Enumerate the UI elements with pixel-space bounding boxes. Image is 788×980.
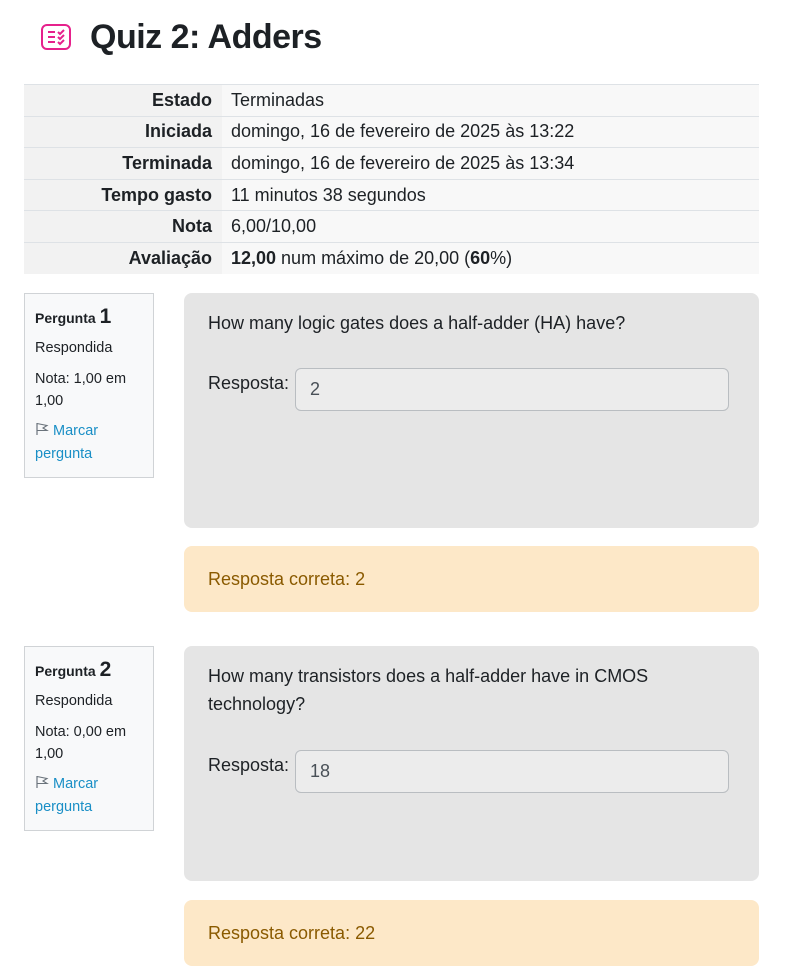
question-state: Respondida — [35, 693, 113, 709]
question-grade: Nota: 0,00 em 1,00 — [35, 724, 127, 762]
question-content-2: How many transistors does a half-adder h… — [184, 646, 759, 881]
summary-label: Nota — [24, 210, 222, 243]
attempt-summary-table: Estado Terminadas Iniciada domingo, 16 d… — [24, 84, 759, 275]
evaluation-score: 12,00 — [231, 248, 277, 269]
question-number: 1 — [99, 305, 112, 328]
question-number-line: Pergunta 2 — [35, 658, 143, 682]
correct-answer-text: Resposta correta: 2 — [208, 568, 366, 589]
answer-row: Resposta: — [208, 750, 730, 793]
summary-value: 11 minutos 38 segundos — [222, 179, 759, 211]
answer-input[interactable] — [295, 368, 730, 411]
correct-answer-feedback-1: Resposta correta: 2 — [184, 546, 759, 612]
correct-answer-feedback-2: Resposta correta: 22 — [184, 900, 759, 966]
summary-row-avaliacao: Avaliação 12,00 num máximo de 20,00 (60%… — [24, 242, 759, 275]
question-prefix: Pergunta — [35, 663, 100, 679]
evaluation-max: num máximo de 20,00 ( — [276, 248, 471, 269]
answer-label: Resposta: — [208, 373, 290, 393]
flag-question-link[interactable]: Marcar pergunta — [35, 773, 143, 819]
question-grade: Nota: 1,00 em 1,00 — [35, 371, 127, 409]
question-content-1: How many logic gates does a half-adder (… — [184, 293, 759, 528]
question-text: How many logic gates does a half-adder (… — [208, 313, 626, 333]
summary-value: 6,00/10,00 — [222, 210, 759, 243]
quiz-review-page: Quiz 2: Adders Estado Terminadas Iniciad… — [0, 0, 788, 980]
page-title: Quiz 2: Adders — [90, 17, 322, 56]
question-prefix: Pergunta — [35, 310, 100, 326]
summary-row-tempo-gasto: Tempo gasto 11 minutos 38 segundos — [24, 179, 759, 211]
quiz-icon — [40, 21, 72, 53]
page-header: Quiz 2: Adders — [40, 16, 322, 58]
summary-row-terminada: Terminada domingo, 16 de fevereiro de 20… — [24, 147, 759, 180]
summary-value: 12,00 num máximo de 20,00 (60%) — [222, 242, 759, 275]
question-info-1: Pergunta 1 Respondida Nota: 1,00 em 1,00… — [24, 293, 154, 478]
flag-icon — [35, 421, 49, 435]
question-number-line: Pergunta 1 — [35, 305, 143, 329]
summary-value: Terminadas — [222, 84, 759, 117]
answer-row: Resposta: — [208, 368, 730, 411]
summary-label: Terminada — [24, 147, 222, 180]
evaluation-percent: 60 — [470, 248, 491, 269]
summary-row-estado: Estado Terminadas — [24, 84, 759, 117]
summary-value: domingo, 16 de fevereiro de 2025 às 13:2… — [222, 116, 759, 148]
question-number: 2 — [99, 658, 112, 681]
summary-label: Avaliação — [24, 242, 222, 275]
summary-label: Iniciada — [24, 116, 222, 148]
evaluation-suffix: %) — [490, 248, 513, 269]
summary-value: domingo, 16 de fevereiro de 2025 às 13:3… — [222, 147, 759, 180]
summary-row-nota: Nota 6,00/10,00 — [24, 210, 759, 243]
correct-answer-text: Resposta correta: 22 — [208, 922, 376, 943]
answer-input[interactable] — [295, 750, 730, 793]
flag-icon — [35, 774, 49, 788]
question-text: How many transistors does a half-adder h… — [208, 666, 649, 714]
summary-row-iniciada: Iniciada domingo, 16 de fevereiro de 202… — [24, 116, 759, 148]
flag-question-link[interactable]: Marcar pergunta — [35, 420, 143, 466]
summary-label: Estado — [24, 84, 222, 117]
question-state: Respondida — [35, 340, 113, 356]
question-info-2: Pergunta 2 Respondida Nota: 0,00 em 1,00… — [24, 646, 154, 831]
answer-label: Resposta: — [208, 755, 290, 775]
summary-label: Tempo gasto — [24, 179, 222, 211]
